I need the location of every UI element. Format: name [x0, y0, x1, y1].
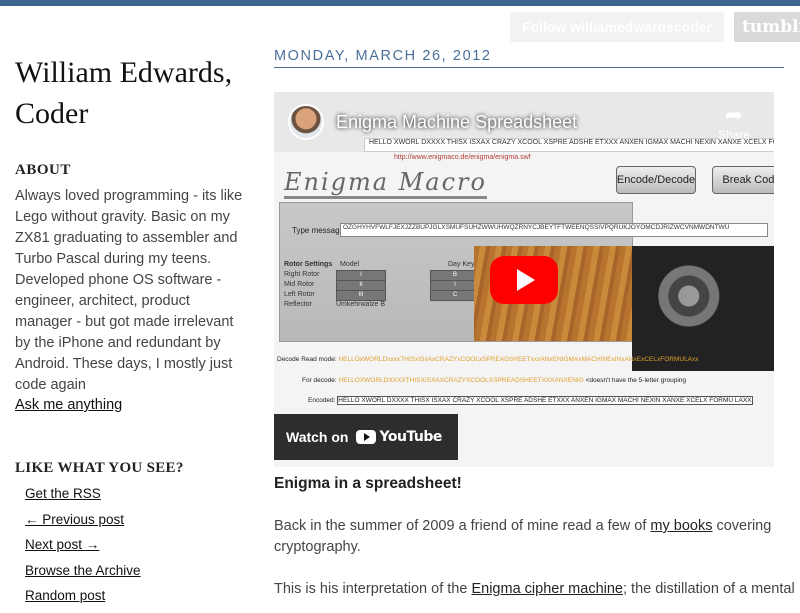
my-books-link[interactable]: my books	[650, 518, 712, 534]
top-accent-bar	[0, 0, 800, 6]
left-daykey-value: C	[430, 290, 480, 301]
nav-item-rss: Get the RSS	[25, 485, 141, 511]
type-message-value: OZGHYHVFWLFJEXJZZBUPJGLXSMUFSUHZWWUHWQZR…	[340, 223, 768, 237]
model-label: Model	[340, 261, 360, 268]
watch-on-youtube-button[interactable]: Watch on YouTube	[274, 414, 458, 460]
ask-me-anything-link[interactable]: Ask me anything	[15, 397, 122, 413]
for-decode-row: For decode: HELLOXWORLDXXXXTHISXISXAXCRA…	[302, 377, 686, 384]
mid-rotor-label: Mid Rotor	[284, 281, 315, 288]
sheet-formula-bar: HELLO XWORL DXXXX THISX ISXAX CRAZY XCOO…	[364, 138, 774, 152]
encoded-value: HELLO XWORL DXXXX THISX ISXAX CRAZY XCOO…	[337, 396, 753, 405]
play-icon	[517, 269, 535, 291]
for-decode-note: <doesn't have the 5-letter grouping	[585, 377, 687, 384]
for-decode-value: HELLOXWORLDXXXXTHISXISXAXCRAZYXCOOLXSPRE…	[338, 377, 584, 384]
post-paragraph-2: This is his interpretation of the Enigma…	[274, 579, 795, 600]
tumblr-logo-button[interactable]: tumblr	[734, 12, 800, 42]
post-main: MONDAY, MARCH 26, 2012 HELLO XWORL DXXXX…	[274, 48, 795, 597]
reflector-label: Reflector	[284, 301, 313, 308]
share-label: Share	[717, 128, 751, 142]
sheet-url: http://www.enigmaco.de/enigma/enigma.swf	[394, 154, 531, 161]
p2-text-after: ; the distillation of a mental	[623, 581, 795, 597]
previous-post-link[interactable]: ← Previous post	[25, 512, 124, 527]
video-embed[interactable]: HELLO XWORL DXXXX THISX ISXAX CRAZY XCOO…	[274, 92, 774, 467]
decode-mode-label: Decode Read mode:	[277, 356, 337, 363]
for-decode-label: For decode:	[302, 377, 337, 384]
about-text: Always loved programming - its like Lego…	[15, 188, 243, 393]
follow-button[interactable]: Follow williamedwardscoder	[510, 12, 724, 42]
break-code-button: Break Code!	[712, 166, 774, 194]
about-heading: ABOUT	[15, 162, 71, 178]
next-post-link[interactable]: Next post →	[25, 537, 99, 552]
left-rotor-value: III	[336, 290, 386, 301]
p1-text-before: Back in the summer of 2009 a friend of m…	[274, 518, 651, 534]
type-message-label: Type message:	[292, 226, 347, 235]
left-rotor-label: Left Rotor	[284, 291, 315, 298]
enigma-cipher-machine-link[interactable]: Enigma cipher machine	[471, 581, 623, 597]
archive-link[interactable]: Browse the Archive	[25, 563, 141, 578]
like-heading: LIKE WHAT YOU SEE?	[15, 460, 184, 476]
day-key-label: Day Key	[448, 261, 475, 268]
p2-text-before: This is his interpretation of the	[274, 581, 472, 597]
random-post-link[interactable]: Random post	[25, 588, 105, 603]
nav-item-archive: Browse the Archive	[25, 562, 141, 588]
site-title-line1: William Edwards,	[15, 56, 233, 89]
encode-decode-button: Encode/Decode	[616, 166, 696, 194]
sidebar: William Edwards, Coder ABOUT Always love…	[15, 52, 245, 603]
nav-item-previous: ← Previous post	[25, 511, 141, 537]
youtube-logo: YouTube	[356, 429, 442, 445]
channel-avatar[interactable]	[288, 104, 324, 140]
enigma-macro-title: Enigma Macro	[284, 168, 487, 199]
decode-mode-row: Decode Read mode: HELLOxWORLDxxxxTHISxIS…	[277, 356, 699, 363]
share-button[interactable]: ➦ Share	[714, 102, 754, 142]
post-paragraph-1: Back in the summer of 2009 a friend of m…	[274, 516, 784, 558]
nav-item-next: Next post →	[25, 536, 141, 562]
youtube-play-icon	[356, 430, 377, 444]
right-rotor-label: Right Rotor	[284, 271, 320, 278]
encoded-label: Encoded:	[308, 397, 336, 404]
post-title: Enigma in a spreadsheet!	[274, 475, 462, 492]
sidebar-nav: Get the RSS ← Previous post Next post → …	[25, 485, 141, 613]
youtube-wordmark: YouTube	[379, 429, 442, 445]
play-button[interactable]	[490, 256, 558, 304]
post-date: MONDAY, MARCH 26, 2012	[274, 48, 784, 68]
reflector-value: Umkehrwalze B	[336, 301, 386, 308]
site-title[interactable]: William Edwards, Coder	[15, 52, 245, 134]
enigma-rotors-photo	[632, 246, 774, 371]
video-title[interactable]: Enigma Machine Spreadsheet	[336, 112, 577, 133]
rss-link[interactable]: Get the RSS	[25, 486, 101, 501]
rotor-settings-label: Rotor Settings	[284, 261, 333, 268]
share-arrow-icon: ➦	[724, 102, 744, 127]
watch-on-label: Watch on	[286, 429, 349, 445]
decode-mode-value: HELLOxWORLDxxxxTHISxISxAxCRAZYxCOOLxSPRE…	[338, 356, 699, 363]
encoded-row: Encoded: HELLO XWORL DXXXX THISX ISXAX C…	[308, 396, 753, 405]
site-title-line2: Coder	[15, 97, 89, 130]
